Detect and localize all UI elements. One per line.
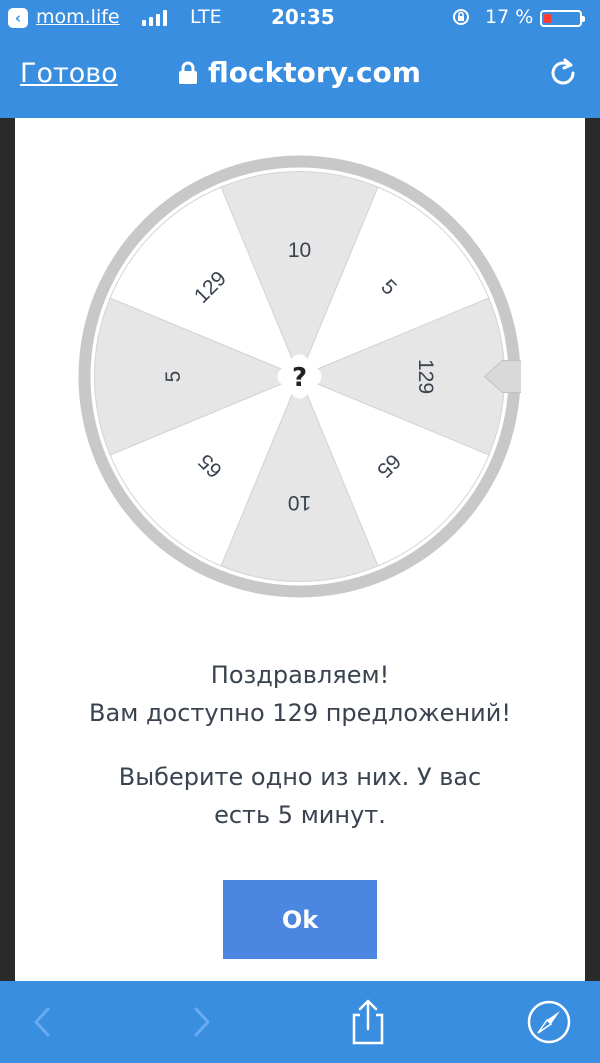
signal-icon (142, 10, 167, 26)
instruction-line-1: Выберите одно из них. У вас (118, 763, 482, 791)
congrats-title: Поздравляем! (210, 661, 390, 689)
instruction-message: Выберите одно из них. У вас есть 5 минут… (15, 758, 585, 834)
instruction-line-2: есть 5 минут. (214, 801, 386, 829)
prize-wheel[interactable]: 1051296510655129? (78, 155, 521, 598)
reload-icon[interactable] (546, 56, 580, 90)
wheel-segment-label: 10 (288, 239, 311, 262)
rotation-lock-icon (453, 9, 469, 25)
battery-icon (540, 10, 585, 27)
svg-text:?: ? (292, 363, 307, 393)
share-icon[interactable] (343, 997, 393, 1047)
wheel-segment-label: 129 (414, 359, 437, 394)
wheel-center-icon: ? (277, 354, 322, 399)
browser-nav-bar: Готово flocktory.com (0, 36, 600, 118)
status-bar: ‹ mom.life LTE 20:35 17 % (0, 0, 600, 36)
congrats-message: Поздравляем! Вам доступно 129 предложени… (15, 656, 585, 732)
back-to-app-link[interactable]: mom.life (36, 6, 120, 28)
address-bar[interactable]: flocktory.com (178, 56, 421, 89)
back-to-app-icon[interactable]: ‹ (8, 8, 28, 28)
url-text: flocktory.com (208, 56, 421, 89)
network-type: LTE (190, 6, 222, 28)
forward-arrow-icon[interactable] (176, 997, 226, 1047)
battery-percent: 17 % (485, 6, 534, 28)
lock-icon (179, 61, 197, 84)
promo-card: 10 5 129 65 10 65 5 129? Поздравляем! Вам досту… (15, 118, 585, 981)
ok-button[interactable]: Ok (223, 880, 377, 959)
done-button[interactable]: Готово (20, 58, 118, 89)
wheel-segment-label: 5 (162, 371, 185, 383)
wheel-segment-label: 10 (288, 491, 311, 514)
back-arrow-icon[interactable] (18, 997, 68, 1047)
browser-toolbar (0, 981, 600, 1063)
compass-icon[interactable] (524, 997, 574, 1047)
offers-available-text: Вам доступно 129 предложений! (89, 699, 511, 727)
clock: 20:35 (271, 5, 335, 29)
